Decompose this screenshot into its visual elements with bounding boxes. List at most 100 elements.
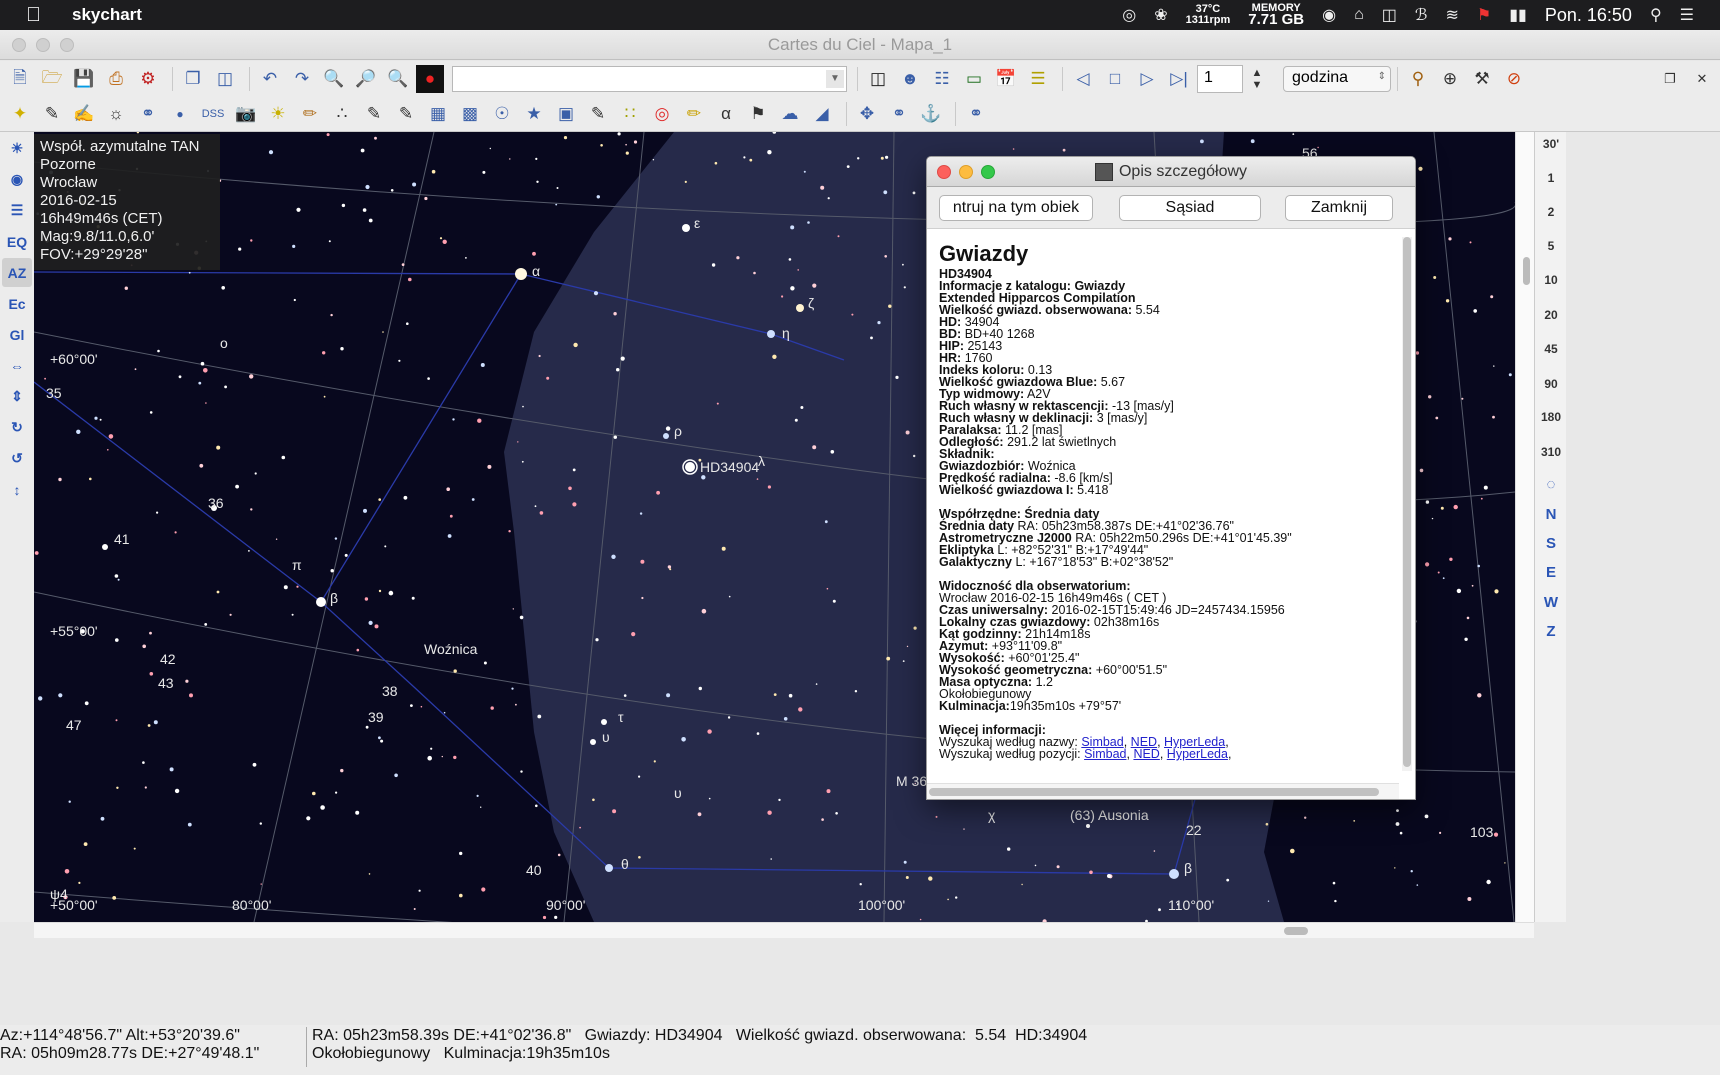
pencil-icon[interactable]: ✏ <box>296 100 324 128</box>
flip-vertical-icon[interactable]: ⇕ <box>2 382 32 411</box>
scroll-thumb[interactable] <box>1523 257 1530 285</box>
earth-icon[interactable]: ☀ <box>2 134 32 163</box>
tile-windows-icon[interactable]: ◫ <box>211 65 239 93</box>
find-icon[interactable]: 🔍 <box>384 65 412 93</box>
hyperleda-pos-link[interactable]: HyperLeda <box>1167 747 1228 761</box>
flag-icon[interactable]: ⚑ <box>1477 5 1491 25</box>
neighbor-button[interactable]: Sąsiad <box>1119 195 1261 221</box>
minimize-window-button[interactable] <box>36 38 50 52</box>
step-back-icon[interactable]: ◁ <box>1069 65 1097 93</box>
fov-button-0[interactable]: 30' <box>1535 137 1567 151</box>
ec-button[interactable]: Ec <box>2 289 32 318</box>
horizon-icon[interactable]: ◢ <box>808 100 836 128</box>
wifi-icon[interactable]: ≋ <box>1446 5 1459 25</box>
labels-icon[interactable]: ⚑ <box>744 100 772 128</box>
zoom-in-icon[interactable]: 🔍 <box>320 65 348 93</box>
open-icon[interactable]: 🗁 <box>38 65 66 93</box>
ned-pos-link[interactable]: NED <box>1133 747 1159 761</box>
menubar-clock[interactable]: Pon. 16:50 <box>1545 5 1632 26</box>
direction-button-e[interactable]: E <box>1535 564 1567 581</box>
fov-button-3[interactable]: 5 <box>1535 239 1567 253</box>
fov-button-6[interactable]: 45 <box>1535 342 1567 356</box>
rotate-ccw-icon[interactable]: ↺ <box>2 444 32 473</box>
calendar-icon[interactable]: 📅 <box>992 65 1020 93</box>
binoculars-icon[interactable]: ◫ <box>864 65 892 93</box>
fov-button-5[interactable]: 20 <box>1535 308 1567 322</box>
step-forward-icon[interactable]: ▷| <box>1165 65 1193 93</box>
save-icon[interactable]: 💾 <box>70 65 98 93</box>
nebula-icon[interactable]: ✎ <box>38 100 66 128</box>
anchor-icon[interactable]: ⚓ <box>917 100 945 128</box>
constellation-lines-icon[interactable]: ∴ <box>328 100 356 128</box>
frame-icon[interactable]: ▣ <box>552 100 580 128</box>
simbad-pos-link[interactable]: Simbad <box>1084 747 1126 761</box>
screen-icon[interactable]: ▭ <box>960 65 988 93</box>
close-chart-icon[interactable]: ✕ <box>1688 65 1716 93</box>
fan-icon[interactable]: ❀ <box>1154 5 1167 25</box>
fov-button-8[interactable]: 180 <box>1535 410 1567 424</box>
undo-icon[interactable]: ↶ <box>256 65 284 93</box>
alpha-icon[interactable]: α <box>712 100 740 128</box>
fov-button-2[interactable]: 2 <box>1535 205 1567 219</box>
direction-button-w[interactable]: W <box>1535 594 1567 611</box>
target-icon[interactable]: ⊕ <box>1436 65 1464 93</box>
alfred-icon[interactable]: ◉ <box>1322 5 1336 25</box>
tools-icon[interactable]: ⚒ <box>1468 65 1496 93</box>
no-entry-icon[interactable]: ⊘ <box>1500 65 1528 93</box>
compass-rose-icon[interactable]: ◌ <box>1535 476 1567 493</box>
compass-icon[interactable]: ☉ <box>488 100 516 128</box>
move-icon[interactable]: ✥ <box>853 100 881 128</box>
camera-icon[interactable]: 📷 <box>232 100 260 128</box>
restore-window-icon[interactable]: ❐ <box>1656 65 1684 93</box>
direction-button-z[interactable]: Z <box>1535 623 1567 640</box>
fov-button-1[interactable]: 1 <box>1535 171 1567 185</box>
vertical-arrows-icon[interactable]: ↕ <box>2 475 32 504</box>
memory-readout[interactable]: MEMORY 7.71 GB <box>1248 3 1304 28</box>
globe-icon[interactable]: ◉ <box>2 165 32 194</box>
fov-button-7[interactable]: 90 <box>1535 377 1567 391</box>
zoom-out-icon[interactable]: 🔎 <box>352 65 380 93</box>
dialog-horizontal-scrollbar[interactable] <box>927 783 1399 799</box>
setup-icon[interactable]: ⚙ <box>134 65 162 93</box>
new-chart-icon[interactable]: 🗎 <box>6 65 34 93</box>
chevron-down-icon[interactable]: ▼ <box>826 70 844 88</box>
grid-icon[interactable]: ▦ <box>424 100 452 128</box>
settings-icon[interactable]: ☰ <box>2 196 32 225</box>
time-unit-select[interactable]: godzina ⇕ <box>1283 66 1391 92</box>
dialog-close-button[interactable] <box>937 165 951 179</box>
scale-icon[interactable]: ✎ <box>584 100 612 128</box>
print-icon[interactable]: ⎙ <box>102 65 130 93</box>
temp-rpm-readout[interactable]: 37°C 1311rpm <box>1186 4 1231 26</box>
notification-center-icon[interactable]: ☰ <box>1680 5 1694 25</box>
play-icon[interactable]: ▷ <box>1133 65 1161 93</box>
dialog-vertical-scrollbar[interactable] <box>1402 237 1412 771</box>
home-icon[interactable]: ⌂ <box>1354 6 1364 24</box>
close-button[interactable]: Zamknij <box>1285 195 1393 221</box>
planets-icon[interactable]: ⚭ <box>134 100 162 128</box>
telescope-icon[interactable]: ⚲ <box>1404 65 1432 93</box>
battery-icon[interactable]: ▮▮ <box>1509 5 1527 25</box>
scroll-thumb[interactable] <box>1284 927 1308 935</box>
redo-icon[interactable]: ↷ <box>288 65 316 93</box>
catalog-icon[interactable]: ☰ <box>1024 65 1052 93</box>
keyboard-icon[interactable]: ◫ <box>1382 5 1397 25</box>
scroll-thumb[interactable] <box>929 788 1379 796</box>
brush-icon[interactable]: ✎ <box>360 100 388 128</box>
sky-view-icon[interactable]: ● <box>416 65 444 93</box>
search-object-combobox[interactable]: ▼ <box>452 66 847 92</box>
center-on-object-button[interactable]: ntruj na tym obiek <box>939 195 1093 221</box>
location-icon[interactable]: ☻ <box>896 65 924 93</box>
fov-button-4[interactable]: 10 <box>1535 273 1567 287</box>
close-window-button[interactable] <box>12 38 26 52</box>
ruler-icon[interactable]: ✏ <box>680 100 708 128</box>
direction-button-n[interactable]: N <box>1535 506 1567 523</box>
fov-button-9[interactable]: 310 <box>1535 445 1567 459</box>
figure-icon[interactable]: ★ <box>520 100 548 128</box>
milky-way-icon[interactable]: ☼ <box>102 100 130 128</box>
rotate-cw-icon[interactable]: ↻ <box>2 413 32 442</box>
chart-vertical-scrollbar[interactable] <box>1515 132 1534 922</box>
bulb-icon[interactable]: ☀ <box>264 100 292 128</box>
chart-horizontal-scrollbar[interactable] <box>34 922 1534 938</box>
apple-icon[interactable]:  <box>26 4 46 27</box>
planets-system-icon[interactable]: ⚭ <box>962 100 990 128</box>
